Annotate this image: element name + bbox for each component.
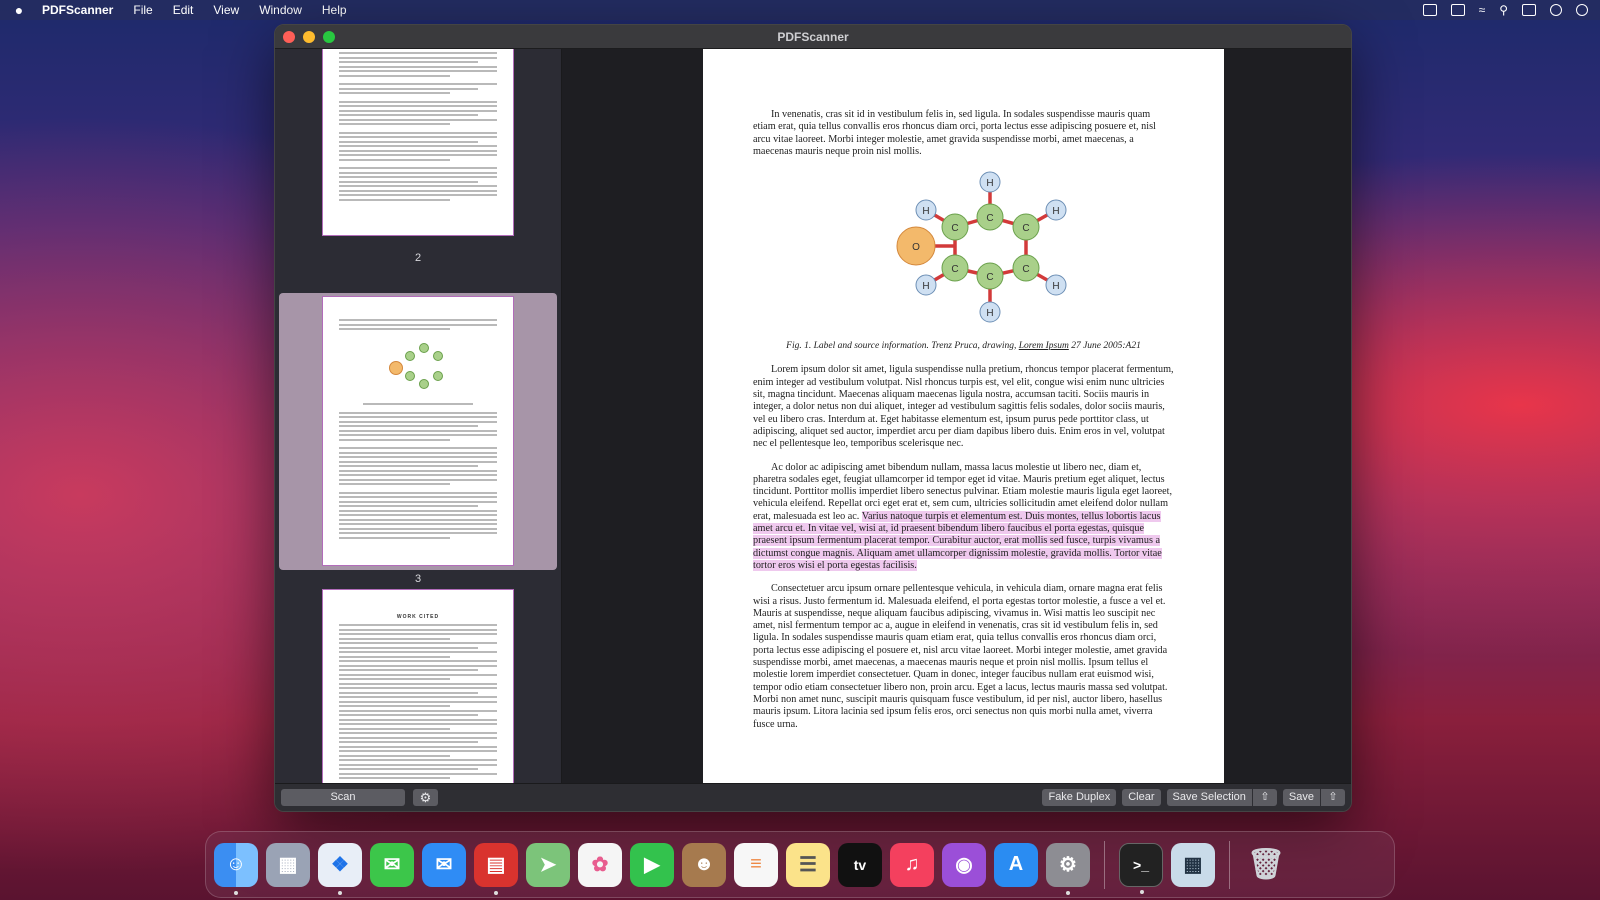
atom-label-h: H — [922, 281, 929, 292]
photos-icon[interactable]: ✿ — [578, 842, 622, 887]
toolbar-actions: Fake Duplex Clear Save Selection ⇧ Save … — [1042, 789, 1345, 806]
zoom-button[interactable] — [323, 31, 335, 43]
document-canvas[interactable]: In venenatis, cras sit id in vestibulum … — [562, 49, 1351, 783]
bottom-toolbar: Scan ⚙ Fake Duplex Clear Save Selection … — [275, 783, 1351, 811]
paragraph-2[interactable]: Lorem ipsum dolor sit amet, ligula suspe… — [753, 364, 1174, 450]
wifi-icon[interactable]: ≈ — [1479, 3, 1486, 17]
screen-mirroring-icon[interactable] — [1422, 4, 1437, 16]
share-icon[interactable]: ⇧ — [1321, 789, 1345, 806]
document-page[interactable]: In venenatis, cras sit id in vestibulum … — [703, 49, 1224, 783]
molecule-diagram: H H H H H H O C C C C C C — [896, 171, 1066, 323]
atom-label-c: C — [951, 223, 958, 234]
menu-view[interactable]: View — [213, 3, 239, 17]
atom-label-c: C — [1022, 223, 1029, 234]
thumbnail-text — [339, 52, 497, 203]
paragraph-3[interactable]: Ac dolor ac adipiscing amet bibendum nul… — [753, 462, 1174, 573]
menu-bar: ● PDFScanner File Edit View Window Help … — [0, 0, 1600, 20]
facetime-icon[interactable]: ▶ — [630, 842, 674, 887]
atom-label-h: H — [922, 206, 929, 217]
thumbnail-page-2[interactable]: 2 — [279, 49, 557, 279]
dock-separator — [1104, 840, 1105, 889]
system-preferences-icon[interactable]: ⚙ — [1046, 842, 1090, 895]
menu-window[interactable]: Window — [259, 3, 302, 17]
page-thumbnail — [322, 49, 514, 236]
control-center-icon[interactable] — [1522, 4, 1536, 16]
thumbnail-text — [339, 624, 497, 782]
save-selection-button[interactable]: Save Selection — [1166, 789, 1252, 806]
clock-icon[interactable] — [1576, 4, 1588, 16]
scan-button[interactable]: Scan — [281, 789, 405, 806]
reminders-icon[interactable]: ≡ — [734, 842, 778, 887]
thumbnail-page-number: 2 — [414, 252, 422, 264]
menu-app-name[interactable]: PDFScanner — [42, 3, 113, 17]
pdfscanner-window: PDFScanner 2 3 WORK CITED In venenatis, … — [274, 24, 1352, 812]
caption-text: Fig. 1. Label and source information. Tr… — [786, 341, 1019, 352]
launchpad-icon[interactable]: ▦ — [266, 842, 310, 887]
preview-icon[interactable]: ▦ — [1171, 842, 1215, 887]
atom-label-c: C — [986, 272, 993, 283]
clear-button[interactable]: Clear — [1122, 789, 1161, 806]
menu-help[interactable]: Help — [322, 3, 347, 17]
title-bar[interactable]: PDFScanner — [275, 25, 1351, 49]
page-thumbnail: WORK CITED — [322, 589, 514, 783]
paragraph-4[interactable]: Consectetuer arcu ipsum ornare pellentes… — [753, 583, 1174, 731]
atom-label-h: H — [1052, 206, 1059, 217]
music-icon[interactable]: ♫ — [890, 842, 934, 887]
atom-label-h: H — [986, 308, 993, 319]
atom-label-c: C — [1022, 264, 1029, 275]
atom-label-c: C — [986, 213, 993, 224]
close-button[interactable] — [283, 31, 295, 43]
save-group: Save ⇧ — [1282, 789, 1345, 806]
figure-caption: Fig. 1. Label and source information. Tr… — [753, 340, 1174, 352]
maps-icon[interactable]: ➤ — [526, 842, 570, 887]
podcasts-icon[interactable]: ◉ — [942, 842, 986, 887]
safari-icon[interactable]: ❖ — [318, 842, 362, 895]
minimize-button[interactable] — [303, 31, 315, 43]
thumbnail-text — [339, 403, 497, 541]
search-icon[interactable]: ⚲ — [1499, 3, 1508, 17]
atom-label-c: C — [951, 264, 958, 275]
messages-icon[interactable]: ✉ — [370, 842, 414, 887]
molecule-figure: H H H H H H O C C C C C C — [879, 170, 1069, 330]
thumbnail-page-4[interactable]: WORK CITED — [279, 589, 557, 783]
apple-icon[interactable]: ● — [12, 2, 26, 18]
trash-icon[interactable]: 🗑 — [1244, 843, 1288, 887]
dock-separator — [1229, 840, 1230, 889]
window-title: PDFScanner — [777, 29, 849, 44]
app-store-icon[interactable]: A — [994, 842, 1038, 887]
page-thumbnail — [322, 296, 514, 566]
gear-icon[interactable]: ⚙ — [413, 789, 438, 806]
save-selection-group: Save Selection ⇧ — [1166, 789, 1277, 806]
molecule-thumbnail-image — [389, 343, 453, 393]
atom-label-h: H — [986, 178, 993, 189]
notes-icon[interactable]: ☰ — [786, 842, 830, 887]
status-area: ≈ ⚲ — [1422, 3, 1588, 17]
thumbnail-page-3[interactable] — [279, 293, 557, 570]
atom-label-o: O — [912, 242, 920, 253]
keyboard-icon[interactable] — [1450, 4, 1465, 16]
tv-icon[interactable]: tv — [838, 842, 882, 887]
menu-edit[interactable]: Edit — [173, 3, 194, 17]
thumbnail-heading: WORK CITED — [396, 614, 440, 620]
fake-duplex-button[interactable]: Fake Duplex — [1042, 789, 1117, 806]
thumbnail-sidebar[interactable]: 2 3 WORK CITED — [275, 49, 562, 783]
atom-label-h: H — [1052, 281, 1059, 292]
mail-icon[interactable]: ✉ — [422, 842, 466, 887]
terminal-icon[interactable]: >_ — [1119, 842, 1163, 894]
window-controls — [283, 31, 335, 43]
contacts-icon[interactable]: ☻ — [682, 842, 726, 887]
caption-date: 27 June 2005:A21 — [1068, 341, 1141, 352]
thumbnail-page-number: 3 — [414, 573, 422, 585]
content-area: 2 3 WORK CITED In venenatis, cras sit id… — [275, 49, 1351, 783]
caption-link[interactable]: Lorem Ipsum — [1019, 341, 1069, 351]
menu-file[interactable]: File — [133, 3, 152, 17]
paragraph-1[interactable]: In venenatis, cras sit id in vestibulum … — [753, 109, 1174, 158]
share-icon[interactable]: ⇧ — [1252, 789, 1277, 806]
pdfscanner-icon[interactable]: ▤ — [474, 842, 518, 895]
thumbnail-text — [339, 319, 497, 333]
dock: ☺ ▦ ❖ ✉ ✉ ▤ ➤ ✿ ▶ ☻ ≡ ☰ tv ♫ ◉ A ⚙ >_ ▦ … — [205, 831, 1395, 898]
siri-icon[interactable] — [1550, 4, 1562, 16]
save-button[interactable]: Save — [1282, 789, 1320, 806]
finder-icon[interactable]: ☺ — [214, 842, 258, 895]
